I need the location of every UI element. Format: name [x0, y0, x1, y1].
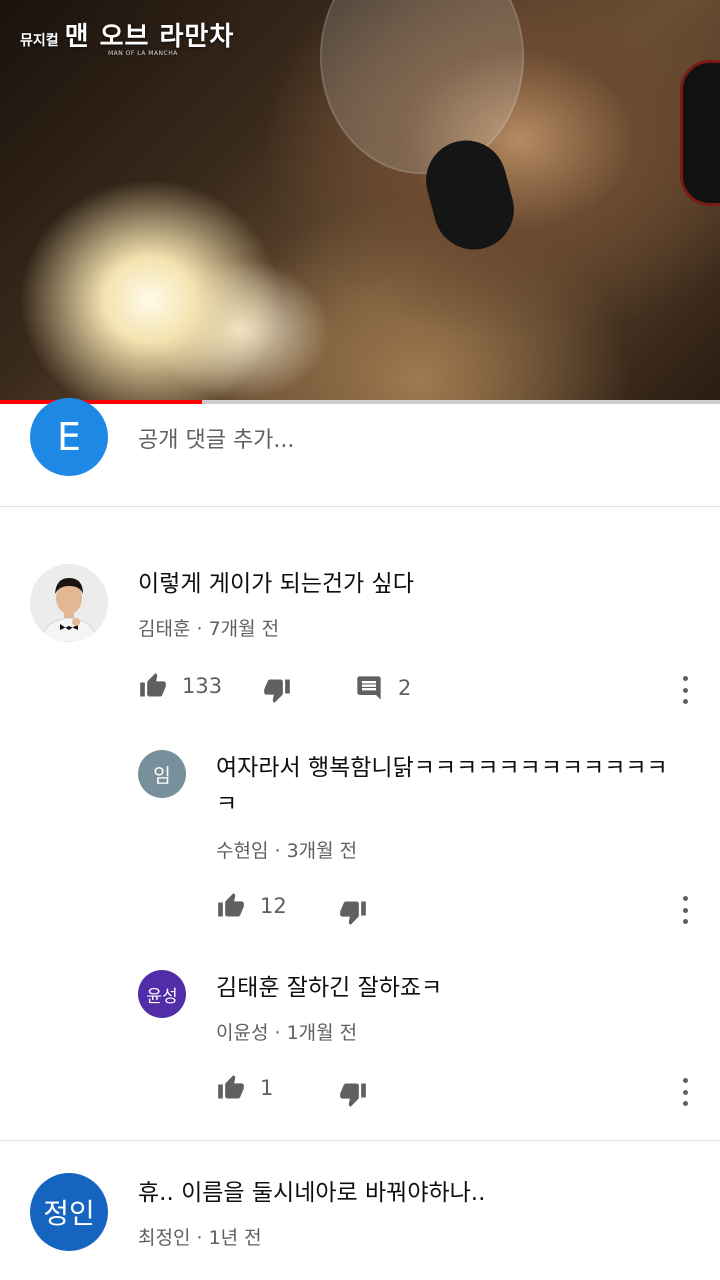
more-options-icon[interactable]	[681, 1078, 689, 1106]
reply-text: 여자라서 행복함니닭ㅋㅋㅋㅋㅋㅋㅋㅋㅋㅋㅋㅋ ㅋ	[216, 750, 696, 822]
like-button[interactable]: 12	[216, 892, 287, 920]
reply-time: 3개월 전	[286, 840, 358, 862]
reply-author[interactable]: 이윤성	[216, 1022, 268, 1044]
like-count: 12	[260, 894, 287, 918]
commenter-avatar[interactable]	[30, 564, 108, 642]
like-button[interactable]: 1	[216, 1074, 273, 1102]
reply-meta: 이윤성 · 1개월 전	[216, 1018, 357, 1045]
more-options-icon[interactable]	[681, 896, 689, 924]
comment-author[interactable]: 김태훈	[138, 618, 190, 640]
person-photo-icon	[30, 564, 108, 642]
video-logo: 뮤지컬 맨 오브 라만차 MAN OF LA MANCHA	[20, 16, 235, 57]
reply-avatar-text: 윤성	[146, 986, 178, 1007]
thumbs-down-icon	[264, 679, 290, 703]
like-button[interactable]: 133	[138, 672, 222, 700]
reply-text: 김태훈 잘하긴 잘하죠ㅋ	[216, 975, 443, 1001]
commenter-avatar[interactable]: 정인	[30, 1173, 108, 1251]
reply-count: 2	[398, 676, 412, 700]
logo-small-text: 뮤지컬	[20, 33, 59, 49]
thumbs-up-icon	[218, 1075, 244, 1099]
video-player[interactable]: 뮤지컬 맨 오브 라만차 MAN OF LA MANCHA	[0, 0, 720, 400]
commenter-avatar-text: 정인	[43, 1197, 95, 1230]
user-avatar-letter: E	[56, 415, 81, 459]
meta-separator: ·	[190, 1227, 209, 1249]
comment-text: 휴.. 이름을 둘시네아로 바꿔야하나..	[138, 1180, 486, 1206]
reply-text-line: ㅋ	[216, 791, 238, 817]
reply-author[interactable]: 수현임	[216, 840, 268, 862]
reply-avatar[interactable]: 임	[138, 750, 186, 798]
comment-text: 이렇게 게이가 되는건가 싶다	[138, 571, 414, 597]
microphone-visual	[320, 0, 524, 174]
meta-separator: ·	[268, 840, 287, 862]
meta-separator: ·	[190, 618, 209, 640]
logo-title: 맨 오브 라만차	[64, 22, 235, 52]
comment-meta: 최정인 · 1년 전	[138, 1223, 262, 1250]
like-count: 133	[182, 674, 223, 698]
reply-text-line: 여자라서 행복함니닭ㅋㅋㅋㅋㅋㅋㅋㅋㅋㅋㅋㅋ	[216, 755, 668, 781]
logo-subtitle: MAN OF LA MANCHA	[108, 50, 178, 57]
thumbs-down-icon	[340, 901, 366, 925]
comment-thread: 정인 휴.. 이름을 둘시네아로 바꿔야하나.. 최정인 · 1년 전	[0, 1141, 720, 1280]
dislike-button[interactable]	[262, 676, 292, 704]
dislike-button[interactable]	[338, 898, 368, 926]
comment-time: 1년 전	[208, 1227, 262, 1249]
headphone-visual-right	[680, 60, 720, 206]
add-comment-input[interactable]: 공개 댓글 추가...	[138, 422, 294, 454]
reply-time: 1개월 전	[286, 1022, 358, 1044]
thumbs-up-icon	[140, 673, 166, 697]
thumbs-down-icon	[340, 1083, 366, 1107]
more-options-icon[interactable]	[681, 676, 689, 704]
like-count: 1	[260, 1076, 274, 1100]
reply-avatar-text: 임	[153, 764, 171, 787]
thumbs-up-icon	[218, 893, 244, 917]
reply-avatar[interactable]: 윤성	[138, 970, 186, 1018]
reply-meta: 수현임 · 3개월 전	[216, 836, 357, 863]
dislike-button[interactable]	[338, 1080, 368, 1108]
reply-button[interactable]: 2	[354, 674, 411, 702]
comment-time: 7개월 전	[208, 618, 280, 640]
user-avatar[interactable]: E	[30, 398, 108, 476]
add-comment-row: E 공개 댓글 추가...	[0, 398, 720, 507]
comment-icon	[357, 676, 381, 700]
comment-thread: 이렇게 게이가 되는건가 싶다 김태훈 · 7개월 전 133 2 임 여자라서…	[0, 506, 720, 1140]
comment-author[interactable]: 최정인	[138, 1227, 190, 1249]
comment-meta: 김태훈 · 7개월 전	[138, 614, 279, 641]
meta-separator: ·	[268, 1022, 287, 1044]
